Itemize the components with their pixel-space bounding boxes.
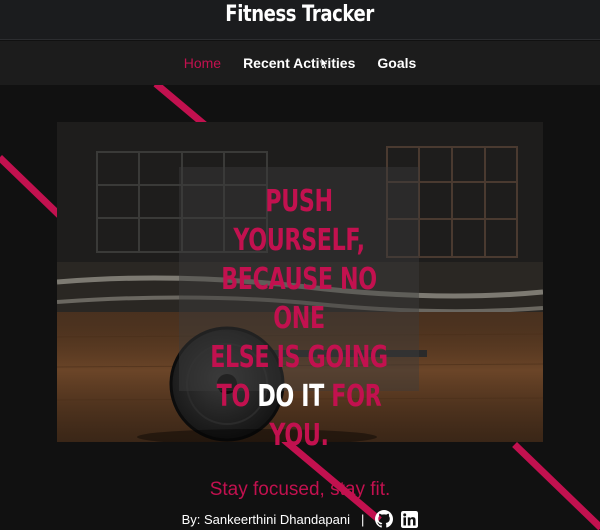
quote-text: FOR bbox=[331, 379, 382, 414]
quote-line: TO DO IT FOR bbox=[210, 377, 388, 416]
nav-goals-link[interactable]: Goals bbox=[377, 55, 416, 71]
author-byline: By: Sankeerthini Dhandapani bbox=[181, 511, 350, 527]
separator: | bbox=[361, 511, 365, 527]
motivational-quote: PUSH YOURSELF, BECAUSE NO ONE ELSE IS GO… bbox=[210, 182, 388, 455]
mouse-cursor-icon bbox=[320, 58, 329, 70]
github-icon bbox=[375, 510, 394, 528]
app-header: Fitness Tracker bbox=[0, 0, 600, 40]
quote-text: TO bbox=[216, 379, 251, 414]
quote-line: BECAUSE NO ONE bbox=[221, 262, 377, 336]
quote-line: PUSH YOURSELF, bbox=[233, 184, 365, 258]
quote-line: ELSE IS GOING bbox=[210, 340, 388, 375]
github-link[interactable] bbox=[375, 510, 394, 528]
nav-home-link[interactable]: Home bbox=[184, 55, 221, 71]
quote-emphasis: DO IT bbox=[257, 379, 324, 414]
footer: By: Sankeerthini Dhandapani | bbox=[0, 508, 600, 530]
tagline: Stay focused, stay fit. bbox=[209, 479, 391, 500]
main-nav: Home Recent Activities Goals bbox=[0, 41, 600, 85]
app-title: Fitness Tracker bbox=[225, 2, 375, 27]
quote-line: YOU. bbox=[269, 418, 329, 453]
hero-section: PUSH YOURSELF, BECAUSE NO ONE ELSE IS GO… bbox=[0, 85, 600, 530]
nav-recent-activities-link[interactable]: Recent Activities bbox=[243, 55, 355, 71]
linkedin-icon bbox=[401, 510, 419, 528]
linkedin-link[interactable] bbox=[401, 510, 419, 528]
